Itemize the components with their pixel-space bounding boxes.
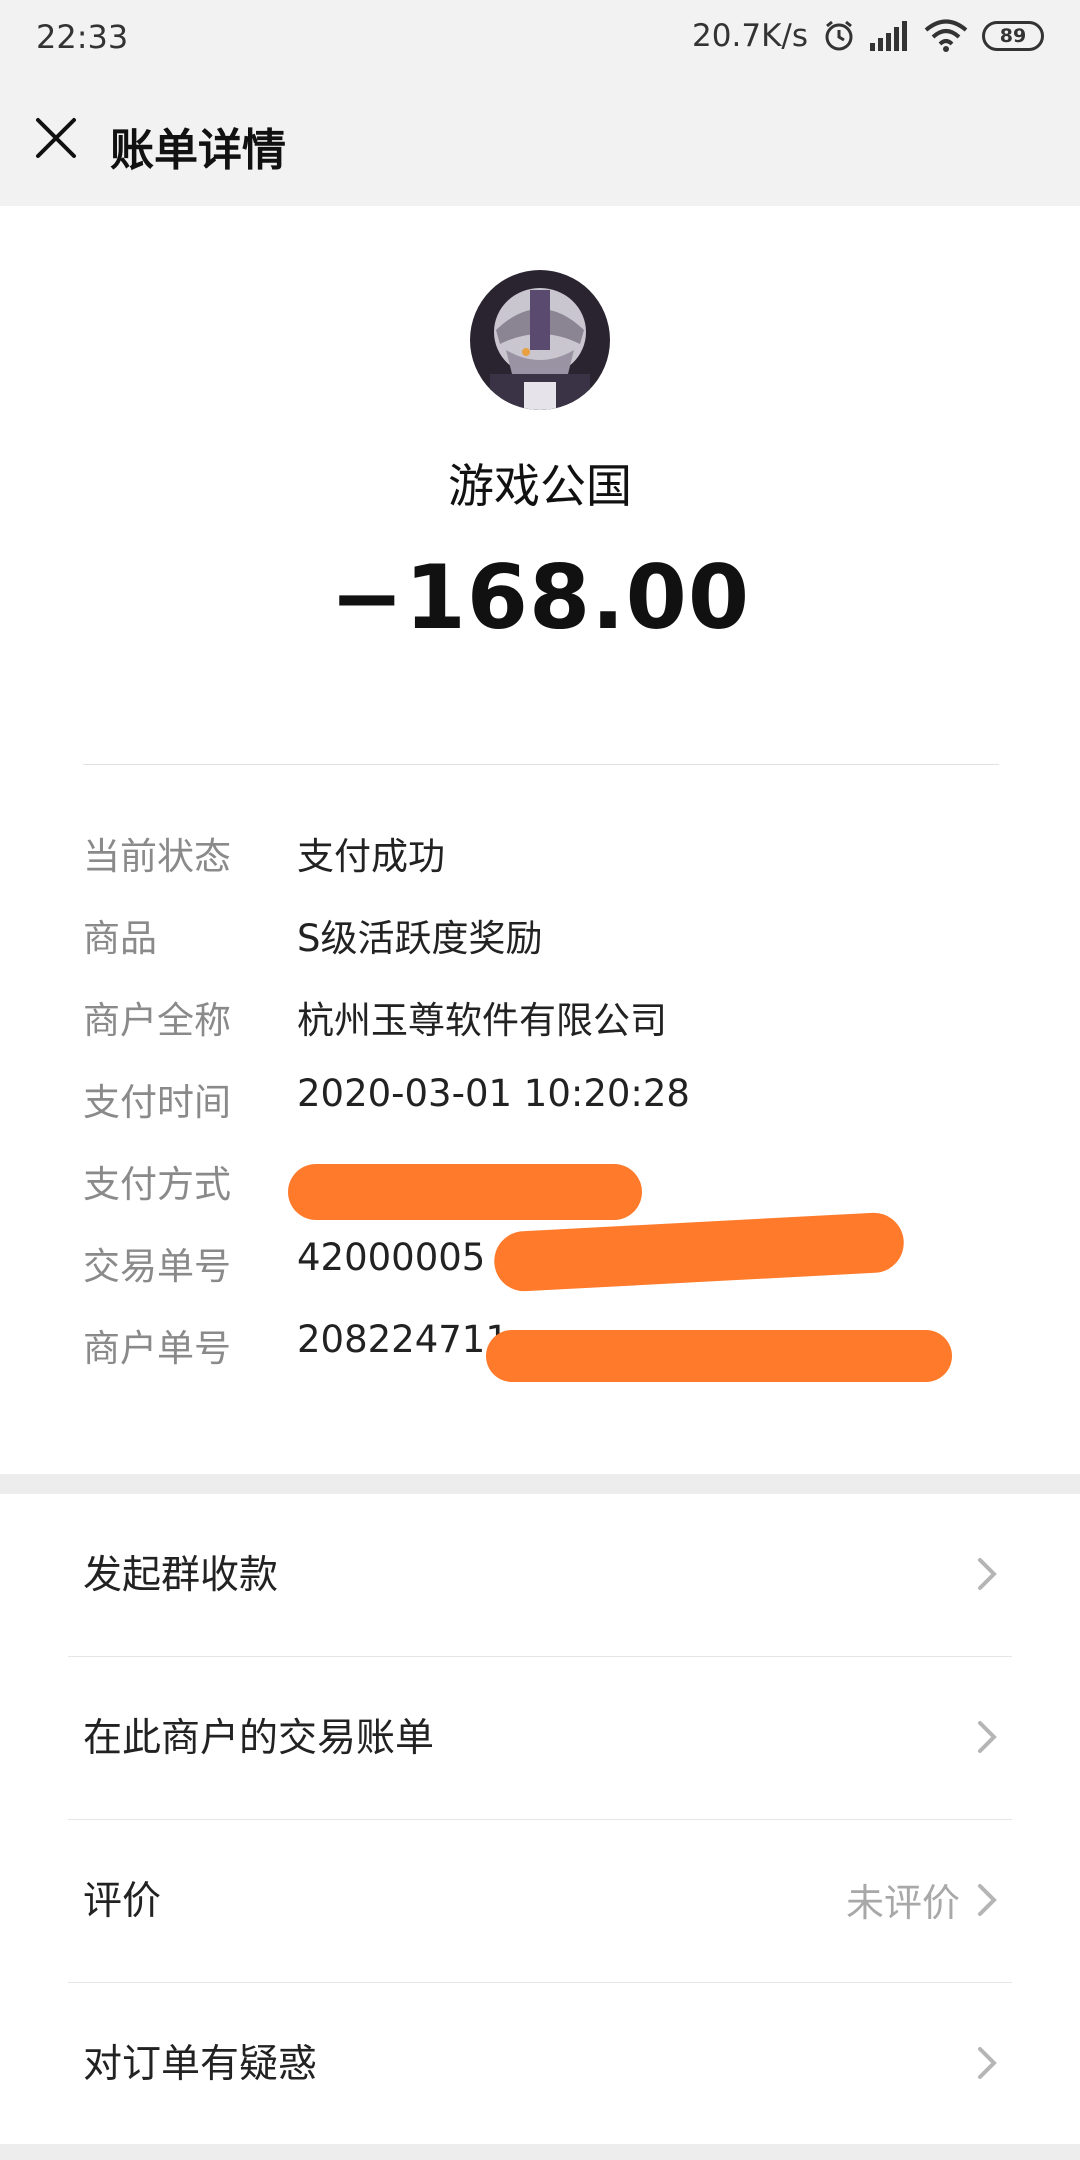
page-title: 账单详情 (110, 125, 286, 176)
signal-icon (870, 21, 907, 51)
redaction-mark (288, 1164, 642, 1220)
detail-value: S级活跃度奖励 (297, 917, 543, 960)
menu-item-rating[interactable]: 评价 未评价 (0, 1820, 1080, 1982)
status-bar: 22:33 20.7K/s 89 (0, 0, 1080, 76)
network-speed: 20.7K/s (692, 18, 808, 54)
detail-row-merchant-fullname: 商户全称 杭州玉尊软件有限公司 (83, 990, 983, 1050)
alarm-icon (825, 20, 853, 51)
close-icon[interactable] (34, 116, 78, 160)
menu-item-merchant-bills[interactable]: 在此商户的交易账单 (0, 1657, 1080, 1819)
merchant-name: 游戏公国 (448, 459, 632, 513)
actions-card: 发起群收款 在此商户的交易账单 评价 未评价 对订单有疑惑 (0, 1494, 1080, 2144)
detail-label: 商户单号 (83, 1327, 231, 1370)
detail-value: 支付成功 (297, 835, 445, 878)
detail-label: 支付方式 (83, 1163, 231, 1206)
menu-label: 对订单有疑惑 (83, 2042, 318, 2087)
detail-label: 商户全称 (83, 999, 231, 1042)
detail-label: 商品 (83, 917, 157, 960)
detail-value: 42000005 (297, 1236, 486, 1279)
menu-item-group-collect[interactable]: 发起群收款 (0, 1494, 1080, 1656)
chevron-right-icon (978, 1884, 997, 1916)
detail-row-product: 商品 S级活跃度奖励 (83, 908, 983, 968)
detail-value: 208224711 (297, 1318, 509, 1361)
detail-label: 当前状态 (83, 835, 231, 878)
status-icons: 20.7K/s 89 (692, 16, 1044, 56)
chevron-right-icon (978, 2047, 997, 2079)
bill-summary-card: 游戏公国 −168.00 当前状态 支付成功 商品 S级活跃度奖励 商户全称 杭… (0, 206, 1080, 1474)
detail-label: 支付时间 (83, 1081, 231, 1124)
menu-label: 发起群收款 (83, 1553, 279, 1598)
chevron-right-icon (978, 1721, 997, 1753)
detail-label: 交易单号 (83, 1245, 231, 1288)
menu-item-order-question[interactable]: 对订单有疑惑 (0, 1983, 1080, 2145)
divider (83, 764, 999, 765)
transaction-amount: −168.00 (329, 546, 751, 649)
detail-value: 杭州玉尊软件有限公司 (297, 999, 667, 1042)
title-bar: 账单详情 (0, 76, 1080, 206)
wifi-icon (924, 19, 968, 52)
merchant-avatar (470, 270, 610, 410)
menu-label: 评价 (83, 1879, 162, 1924)
redaction-mark (486, 1330, 952, 1382)
detail-row-status: 当前状态 支付成功 (83, 826, 983, 886)
detail-row-pay-time: 支付时间 2020-03-01 10:20:28 (83, 1072, 983, 1132)
menu-label: 在此商户的交易账单 (83, 1716, 435, 1761)
status-time: 22:33 (36, 18, 129, 56)
detail-value: 2020-03-01 10:20:28 (297, 1072, 690, 1115)
chevron-right-icon (978, 1558, 997, 1590)
battery-icon: 89 (982, 21, 1044, 51)
rating-status: 未评价 (845, 1881, 960, 1925)
